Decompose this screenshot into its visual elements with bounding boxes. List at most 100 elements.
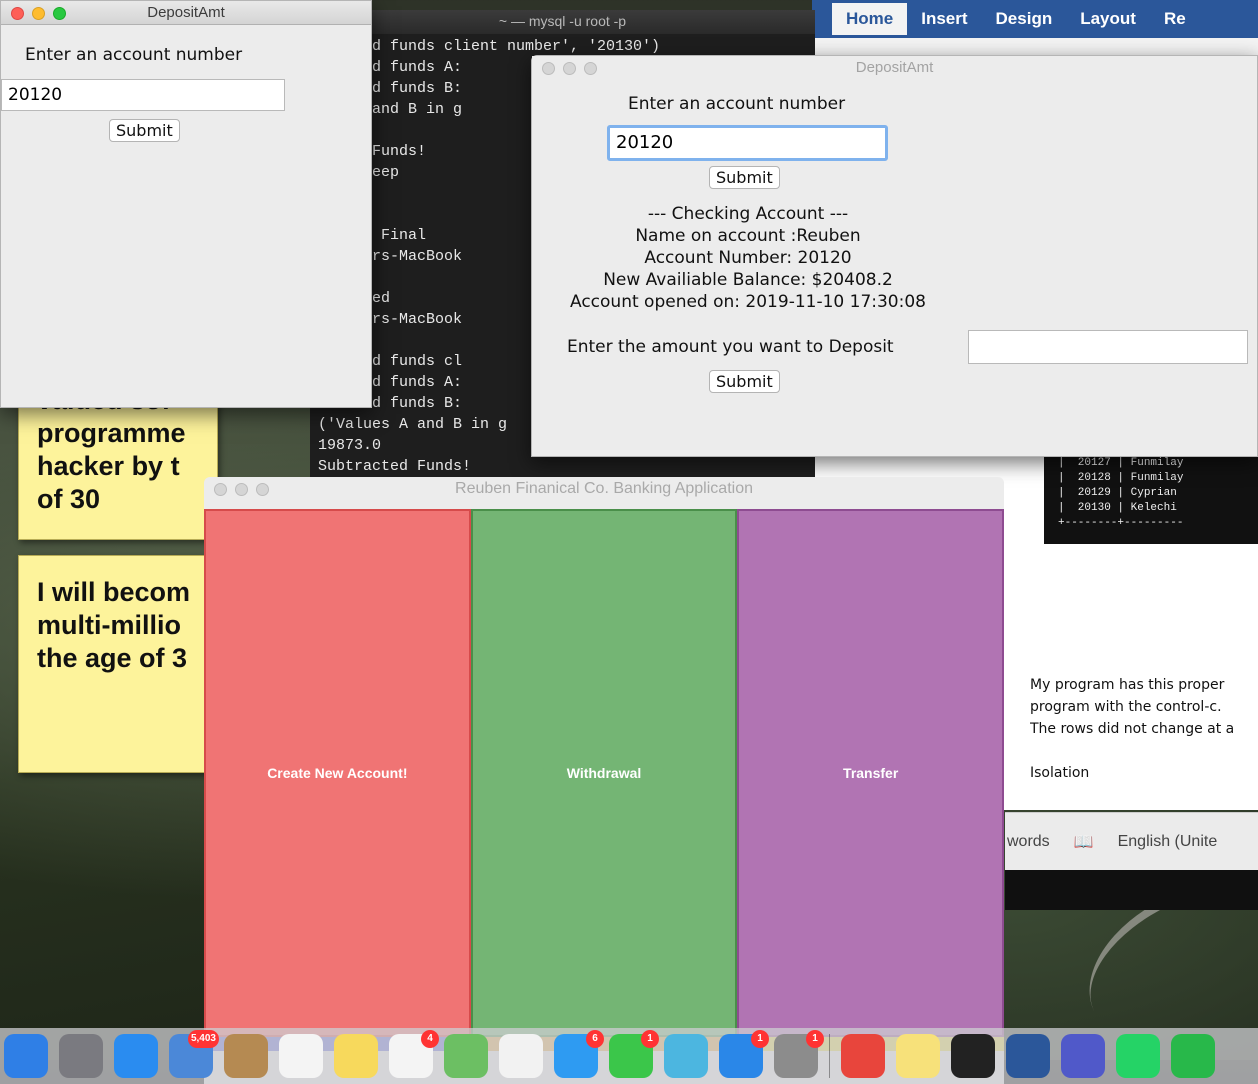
whatsapp-icon[interactable]: [1116, 1034, 1160, 1078]
system-preferences-icon[interactable]: 1: [774, 1030, 824, 1078]
create-account-label: Create New Account!: [267, 765, 408, 781]
close-button[interactable]: [542, 62, 555, 75]
banking-app-window[interactable]: Reuben Finanical Co. Banking Application…: [204, 477, 1005, 1084]
notification-badge: 1: [751, 1030, 769, 1048]
deposit-submit-button[interactable]: Submit: [709, 370, 780, 393]
action-grid: Create New Account! Withdrawal Transfer: [204, 509, 1005, 1037]
word-status-bar: words 📖 English (Unite: [1005, 812, 1258, 870]
withdrawal-label: Withdrawal: [566, 765, 642, 781]
deposit-window-large[interactable]: DepositAmt Enter an account number 20120…: [531, 55, 1258, 457]
tab-home[interactable]: Home: [832, 3, 908, 35]
word-count[interactable]: words: [1007, 833, 1050, 851]
window-titlebar[interactable]: Reuben Finanical Co. Banking Application: [204, 477, 1004, 501]
transfer-button[interactable]: Transfer: [737, 509, 1005, 1037]
deposit-window-small[interactable]: DepositAmt Enter an account number 20120…: [0, 0, 372, 408]
mail-icon[interactable]: 5,403: [169, 1030, 219, 1078]
close-button[interactable]: [214, 483, 227, 496]
zoom-button[interactable]: [53, 7, 66, 20]
table-row: | 20128 | Funmilay: [1058, 472, 1184, 484]
window-titlebar[interactable]: DepositAmt: [532, 56, 1257, 80]
terminal-line: tracted funds client number', '20130'): [318, 38, 661, 55]
notification-badge: 4: [421, 1030, 439, 1048]
finder-icon[interactable]: [4, 1034, 48, 1078]
doc-line: My program has this proper: [1030, 677, 1225, 693]
notes-icon[interactable]: [334, 1034, 378, 1078]
table-row: | 20130 | Kelechi: [1058, 502, 1177, 514]
safari-icon[interactable]: [114, 1034, 158, 1078]
dock-separator: [829, 1034, 830, 1078]
table-row: | 20127 | Funmilay: [1058, 457, 1184, 469]
photos-icon[interactable]: [499, 1034, 543, 1078]
table-row: +--------+---------: [1058, 517, 1184, 529]
reminders-icon[interactable]: 4: [389, 1030, 439, 1078]
app-icon[interactable]: [1171, 1034, 1215, 1078]
terminal-icon[interactable]: [951, 1034, 995, 1078]
zoom-button[interactable]: [256, 483, 269, 496]
document-text: My program has this proper program with …: [1030, 674, 1258, 784]
minimize-button[interactable]: [235, 483, 248, 496]
minimize-button[interactable]: [563, 62, 576, 75]
account-info: --- Checking Account --- Name on account…: [532, 203, 964, 313]
account-number-label: Enter an account number: [25, 45, 243, 65]
proofing-icon[interactable]: 📖: [1074, 832, 1094, 852]
notification-badge: 1: [806, 1030, 824, 1048]
create-account-button[interactable]: Create New Account!: [204, 509, 471, 1037]
messages-icon[interactable]: 6: [554, 1030, 604, 1078]
sticky-note-line: programme: [37, 418, 186, 448]
chrome-icon[interactable]: [841, 1034, 885, 1078]
deposit-amount-label: Enter the amount you want to Deposit: [567, 337, 894, 357]
stickies-icon[interactable]: [896, 1034, 940, 1078]
sticky-note-line: of 30: [37, 484, 101, 514]
app-store-icon[interactable]: 1: [719, 1030, 769, 1078]
terminal-title: ~ — mysql -u root -p: [310, 10, 815, 34]
window-title: DepositAmt: [855, 59, 934, 76]
doc-line: program with the control-c.: [1030, 699, 1222, 715]
account-info-heading: --- Checking Account ---: [647, 204, 849, 224]
sticky-note-line: hacker by t: [37, 451, 180, 481]
account-name: Name on account :Reuben: [635, 226, 861, 246]
word-icon[interactable]: [1006, 1034, 1050, 1078]
transfer-label: Transfer: [843, 765, 899, 781]
dock: 5,403 4 6 1 1 1: [0, 1028, 1258, 1084]
word-lower-area: [1005, 870, 1258, 910]
db-table-screenshot: | 20127 | Funmilay | 20128 | Funmilay | 20…: [1044, 452, 1258, 544]
table-row: | 20129 | Cyprian: [1058, 487, 1177, 499]
window-titlebar[interactable]: DepositAmt: [1, 1, 371, 25]
calendar-icon[interactable]: [279, 1034, 323, 1078]
itunes-icon[interactable]: [664, 1034, 708, 1078]
contacts-icon[interactable]: [224, 1034, 268, 1078]
tab-insert[interactable]: Insert: [907, 3, 981, 35]
deposit-amount-input[interactable]: [968, 330, 1248, 364]
doc-line: [1030, 740, 1258, 762]
teams-icon[interactable]: [1061, 1034, 1105, 1078]
close-button[interactable]: [11, 7, 24, 20]
sticky-note-line: multi-millio: [37, 610, 181, 640]
account-number-input[interactable]: 20120: [1, 79, 285, 111]
notification-badge: 5,403: [187, 1030, 219, 1048]
sticky-note-line: the age of 3: [37, 643, 188, 673]
launchpad-icon[interactable]: [59, 1034, 103, 1078]
submit-button[interactable]: Submit: [709, 166, 780, 189]
window-title: Reuben Finanical Co. Banking Application: [455, 480, 753, 497]
account-opened: Account opened on: 2019-11-10 17:30:08: [570, 292, 926, 312]
sticky-note-line: I will becom: [37, 577, 191, 607]
withdrawal-button[interactable]: Withdrawal: [470, 509, 738, 1037]
window-title: DepositAmt: [147, 4, 225, 21]
facetime-icon[interactable]: 1: [609, 1030, 659, 1078]
submit-button[interactable]: Submit: [109, 119, 180, 142]
account-balance: New Availiable Balance: $20408.2: [603, 270, 893, 290]
tab-layout[interactable]: Layout: [1066, 3, 1150, 35]
zoom-button[interactable]: [584, 62, 597, 75]
tab-design[interactable]: Design: [982, 3, 1067, 35]
tab-review[interactable]: Re: [1150, 3, 1200, 35]
account-number: Account Number: 20120: [644, 248, 852, 268]
account-number-input[interactable]: 20120: [607, 125, 888, 161]
word-ribbon-tabs: Home Insert Design Layout Re: [812, 0, 1258, 38]
doc-line: The rows did not change at a: [1030, 721, 1235, 737]
minimize-button[interactable]: [32, 7, 45, 20]
maps-icon[interactable]: [444, 1034, 488, 1078]
language-indicator[interactable]: English (Unite: [1118, 833, 1218, 851]
notification-badge: 1: [641, 1030, 659, 1048]
sticky-note-2[interactable]: I will becom multi-millio the age of 3: [18, 555, 218, 773]
account-number-label: Enter an account number: [628, 94, 846, 114]
